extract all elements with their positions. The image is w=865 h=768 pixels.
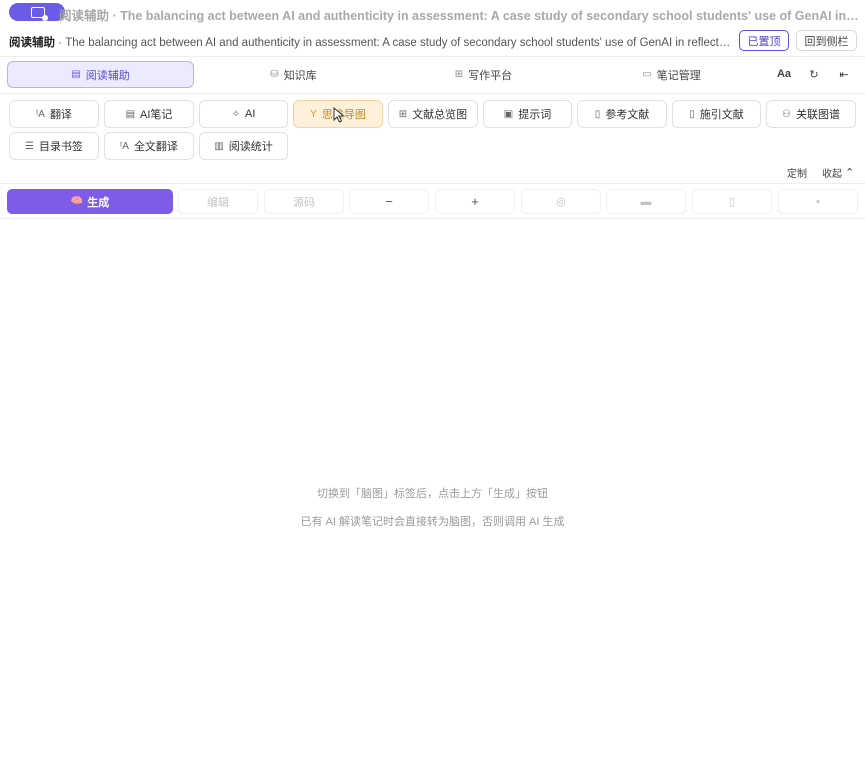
panel-header: 阅读辅助 · The balancing act between AI and … (0, 27, 865, 55)
feature-label: 参考文献 (605, 109, 650, 121)
divider (0, 56, 865, 57)
feature-citing-literature[interactable]: ▯ 施引文献 (672, 100, 761, 128)
feature-reading-stats[interactable]: ▥ 阅读统计 (199, 132, 288, 160)
feature-references[interactable]: ▯ 参考文献 (577, 100, 667, 128)
collapse-left-icon[interactable]: ⇤ (835, 66, 853, 82)
tab-note-management[interactable]: ▭ 笔记管理 (578, 61, 765, 88)
target-icon: ◎ (556, 196, 566, 208)
divider (0, 183, 865, 184)
refresh-icon[interactable]: ↻ (805, 66, 823, 82)
image-icon: ▬ (640, 195, 652, 208)
feature-label: AI笔记 (140, 109, 173, 121)
collapse-toggle[interactable]: 收起 ⌃ (822, 165, 854, 180)
feature-label: 文献总览图 (412, 109, 468, 121)
feature-full-translate[interactable]: ᵗA 全文翻译 (104, 132, 194, 160)
file-icon: ▯ (728, 196, 736, 208)
collapse-label: 收起 (822, 169, 842, 180)
tab-knowledge-base[interactable]: ⛁ 知识库 (200, 61, 387, 88)
divider (0, 93, 865, 94)
file-icon: ▯ (689, 108, 695, 120)
pinned-button[interactable]: 已置顶 (739, 30, 789, 51)
window-title-bar: 阅读辅助 · The balancing act between AI and … (0, 0, 865, 24)
font-size-button[interactable]: Aa (775, 66, 793, 82)
tab-reading-assist[interactable]: ▤ 阅读辅助 (7, 61, 194, 88)
panel-title: 阅读辅助 · The balancing act between AI and … (9, 34, 731, 50)
export-file-button[interactable]: ▯ (692, 189, 772, 214)
folder-icon: ▭ (642, 69, 652, 80)
feature-label: AI (244, 108, 256, 120)
save-button[interactable]: ▪ (778, 189, 858, 214)
translate-icon: ᵗA (36, 108, 45, 120)
tab-label: 阅读辅助 (85, 69, 130, 82)
grid-icon: ⊞ (454, 69, 464, 80)
tab-label: 笔记管理 (656, 69, 701, 82)
generate-label: 生成 (87, 196, 110, 209)
tab-label: 知识库 (283, 69, 317, 82)
brain-icon: 🧠 (70, 196, 84, 207)
tab-writing-platform[interactable]: ⊞ 写作平台 (390, 61, 577, 88)
file-icon: ▯ (594, 108, 601, 120)
zoom-out-button[interactable]: − (349, 189, 429, 214)
feature-label: 全文翻译 (133, 141, 178, 153)
feature-toc-bookmarks[interactable]: ☰ 目录书签 (9, 132, 99, 160)
feature-related-graph[interactable]: ⚇ 关联图谱 (766, 100, 856, 128)
reader-icon (31, 6, 48, 21)
mindmap-icon: Y (310, 108, 317, 120)
main-tabs: ▤ 阅读辅助 ⛁ 知识库 ⊞ 写作平台 ▭ 笔记管理 Aa ↻ ⇤ (0, 59, 865, 89)
window-title: 阅读辅助 · The balancing act between AI and … (59, 9, 859, 23)
note-icon: ▤ (125, 108, 136, 120)
feature-label: 翻译 (49, 109, 72, 121)
fit-view-button[interactable]: ◎ (521, 189, 601, 214)
panel-title-strong: 阅读辅助 (9, 37, 55, 49)
save-icon: ▪ (816, 195, 820, 208)
feature-prompts[interactable]: ▣ 提示词 (483, 100, 572, 128)
feature-literature-overview[interactable]: ⊞ 文献总览图 (388, 100, 478, 128)
grid-icon: ⊞ (398, 108, 408, 120)
sparkle-icon: ✧ (231, 108, 240, 120)
graph-icon: ⚇ (782, 108, 791, 120)
feature-translate[interactable]: ᵗA 翻译 (9, 100, 99, 128)
database-icon: ⛁ (270, 69, 279, 80)
chevron-up-icon: ⌃ (845, 167, 855, 179)
feature-ai[interactable]: ✧ AI (199, 100, 288, 128)
back-to-sidebar-button[interactable]: 回到侧栏 (796, 30, 857, 51)
feature-ai-note[interactable]: ▤ AI笔记 (104, 100, 194, 128)
tab-label: 写作平台 (468, 69, 513, 82)
chart-icon: ▥ (214, 140, 224, 152)
translate-icon: ᵗA (120, 140, 129, 152)
edit-button[interactable]: 编辑 (178, 189, 258, 214)
divider (0, 218, 865, 219)
app-switch-button[interactable] (9, 3, 65, 21)
feature-label: 阅读统计 (228, 141, 273, 153)
chat-icon: ▣ (503, 108, 514, 120)
document-icon: ▤ (71, 69, 81, 80)
feature-label: 施引文献 (699, 109, 744, 121)
generate-button[interactable]: 🧠 生成 (7, 189, 173, 214)
feature-label: 目录书签 (38, 141, 83, 153)
feature-label: 提示词 (518, 109, 552, 121)
panel-title-rest: · The balancing act between AI and authe… (55, 37, 731, 49)
customize-link[interactable]: 定制 (787, 165, 807, 180)
list-icon: ☰ (25, 140, 34, 152)
empty-state-subhint: 已有 AI 解读笔记时会直接转为脑图，否则调用 AI 生成 (300, 516, 565, 528)
feature-label: 关联图谱 (795, 109, 840, 121)
zoom-in-button[interactable]: + (435, 189, 515, 214)
mouse-cursor-icon (333, 107, 345, 123)
empty-state-hint: 切换到「脑图」标签后，点击上方「生成」按钮 (317, 488, 548, 500)
source-button[interactable]: 源码 (264, 189, 344, 214)
export-image-button[interactable]: ▬ (606, 189, 686, 214)
